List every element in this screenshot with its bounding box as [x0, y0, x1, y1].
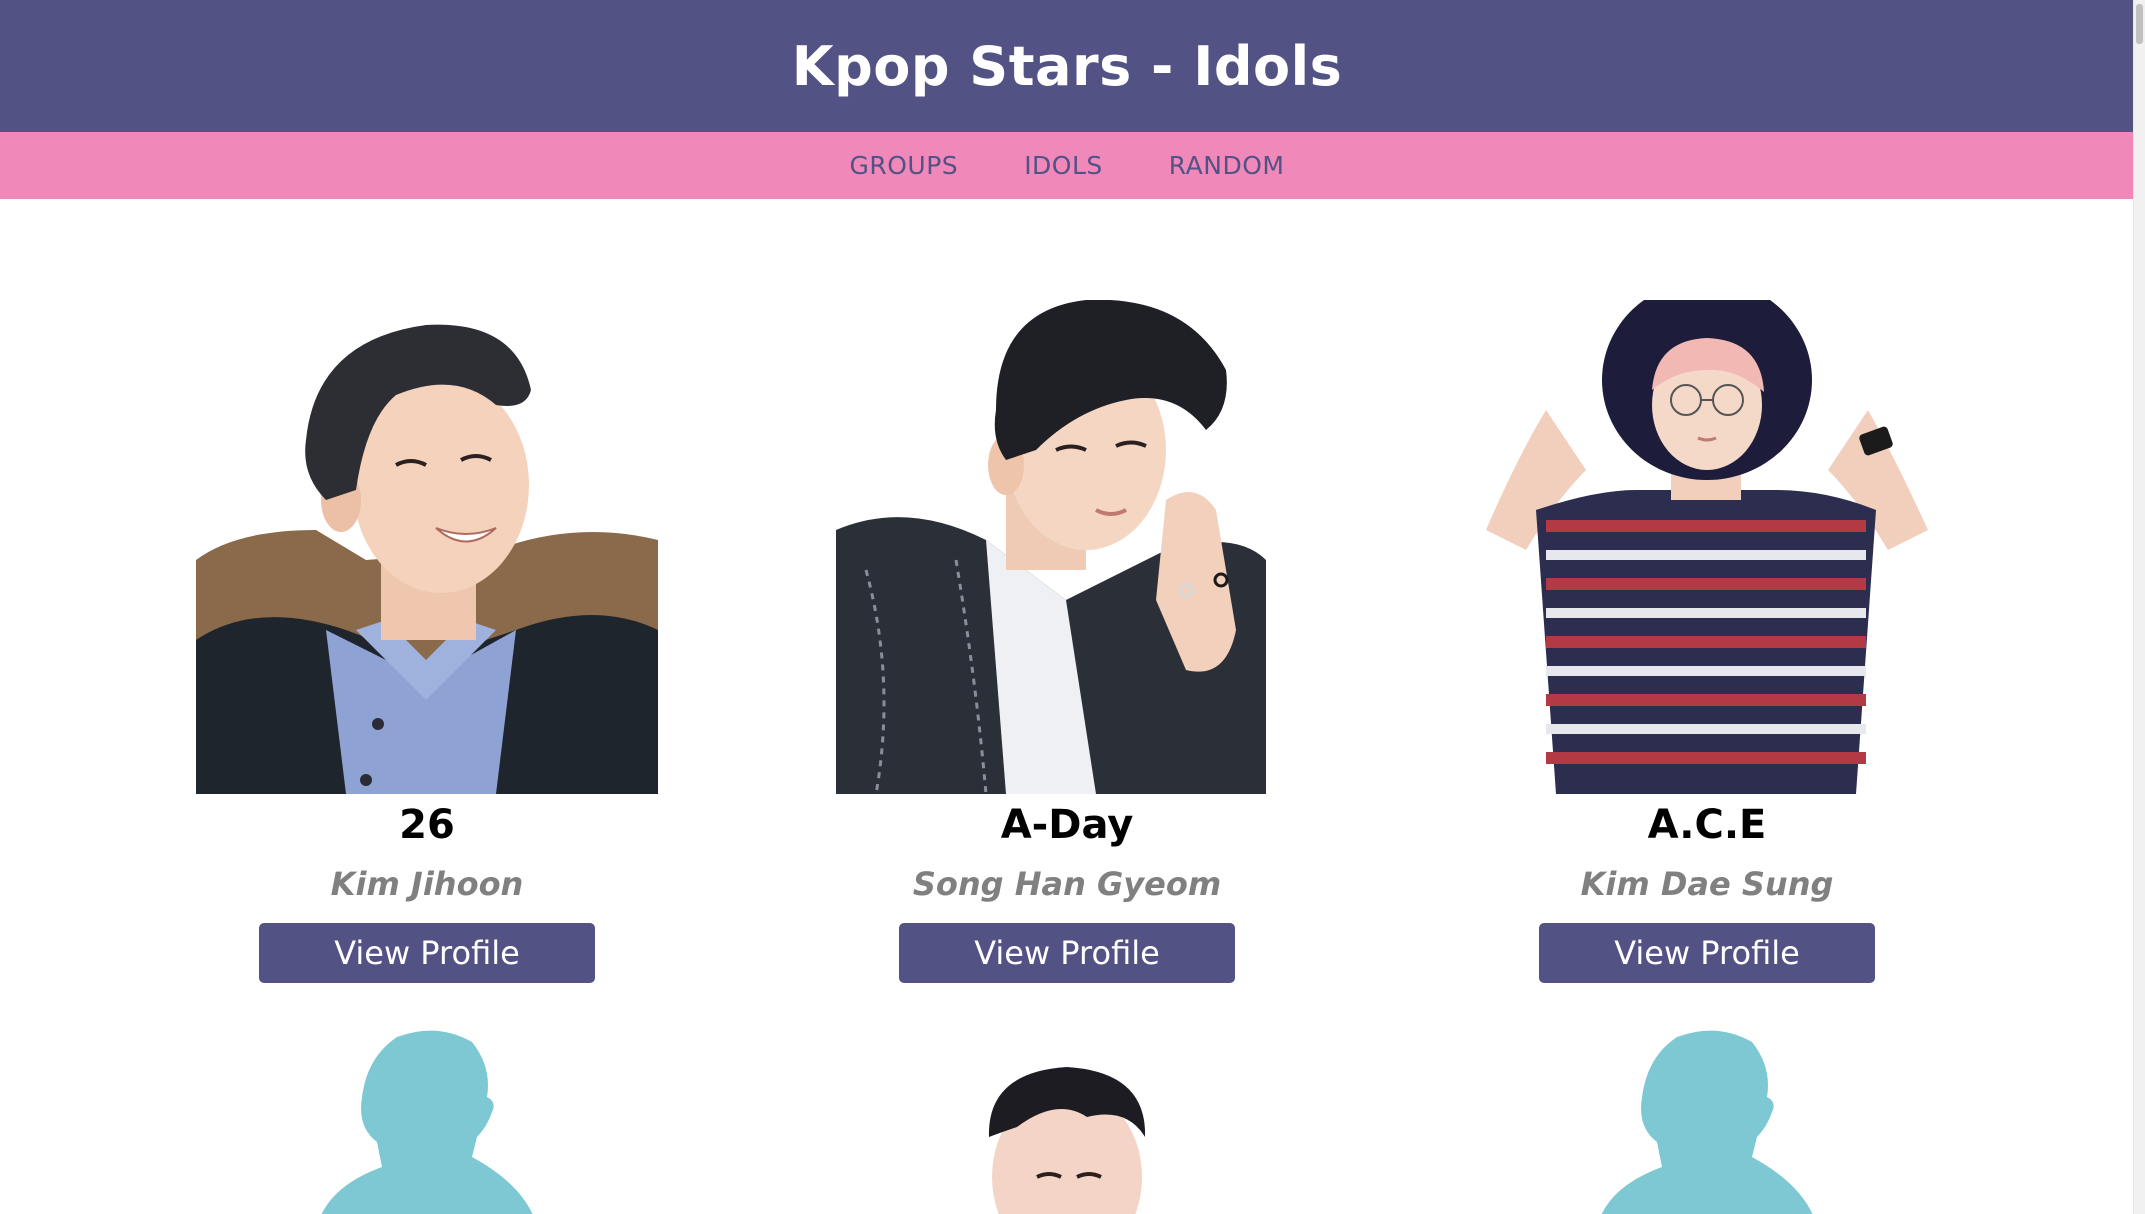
- nav-link-groups[interactable]: GROUPS: [850, 151, 959, 180]
- page: Kpop Stars - Idols GROUPS IDOLS RANDOM 2…: [0, 0, 2134, 1214]
- idol-photo: [196, 300, 658, 794]
- nav-link-random[interactable]: RANDOM: [1169, 151, 1285, 180]
- main-nav: GROUPS IDOLS RANDOM: [0, 132, 2134, 199]
- idol-photo-placeholder: [1577, 1027, 1837, 1214]
- group-name: A-Day: [1000, 802, 1134, 848]
- idol-photo: [836, 300, 1298, 794]
- site-title: Kpop Stars - Idols: [791, 34, 1343, 98]
- page-scrollbar[interactable]: [2133, 0, 2145, 1214]
- idol-photo: [1476, 300, 1938, 794]
- person-silhouette-icon: [321, 1030, 533, 1214]
- view-profile-button[interactable]: View Profile: [259, 923, 595, 983]
- nav-link-idols[interactable]: IDOLS: [1024, 151, 1103, 180]
- view-profile-button[interactable]: View Profile: [1539, 923, 1875, 983]
- idol-photo-placeholder: [297, 1027, 557, 1214]
- view-profile-button[interactable]: View Profile: [899, 923, 1235, 983]
- idol-name: Kim Jihoon: [330, 865, 524, 903]
- group-name: A.C.E: [1647, 802, 1767, 848]
- site-header: Kpop Stars - Idols: [0, 0, 2134, 132]
- idol-photo: [937, 1027, 1197, 1214]
- person-silhouette-icon: [1601, 1030, 1813, 1214]
- idol-name: Kim Dae Sung: [1580, 865, 1834, 903]
- idol-name: Song Han Gyeom: [912, 865, 1222, 903]
- scrollbar-thumb[interactable]: [2136, 4, 2143, 44]
- group-name: 26: [399, 802, 455, 848]
